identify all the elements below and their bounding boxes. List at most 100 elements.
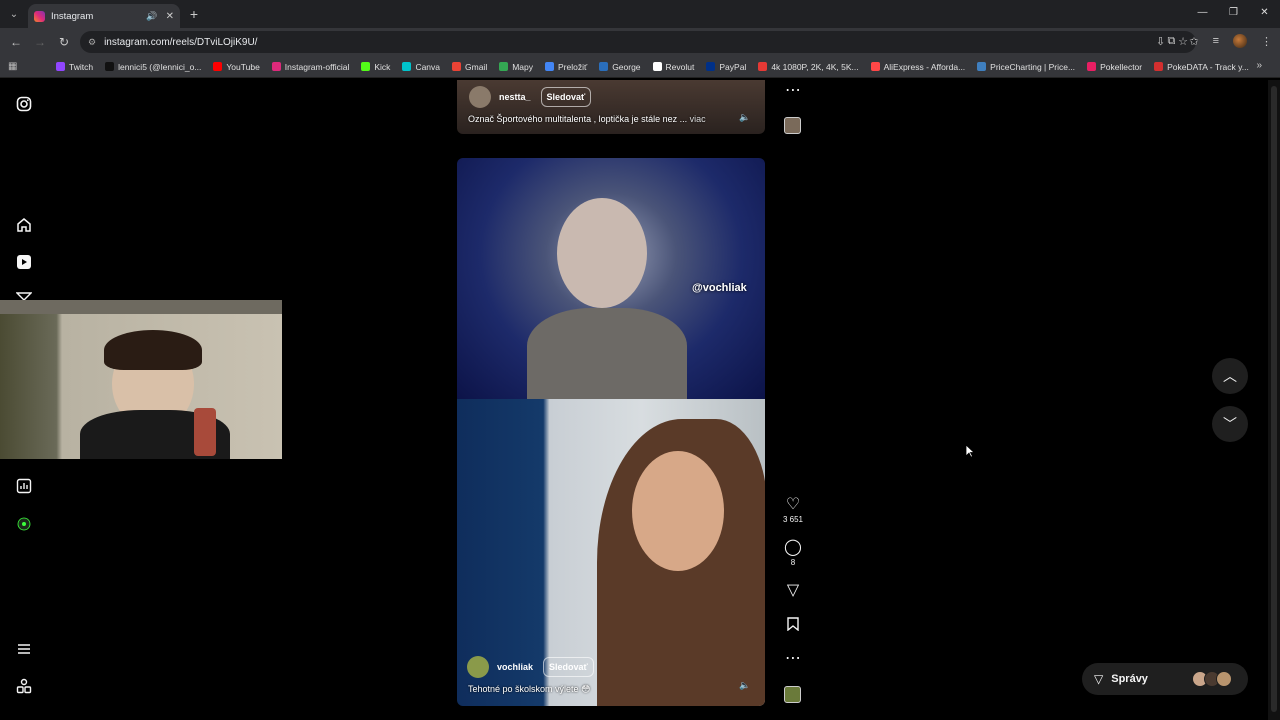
bookmark-item[interactable]: George xyxy=(599,61,641,72)
reels-icon[interactable] xyxy=(16,254,32,270)
window-controls: — ❐ ✕ xyxy=(1187,0,1280,28)
bookmark-label: George xyxy=(612,61,641,72)
bookmark-item[interactable]: PayPal xyxy=(706,62,746,72)
bookmark-item[interactable]: lennici5 (@lennici_o... xyxy=(105,62,201,72)
extensions-icon[interactable]: ⧉ xyxy=(1168,35,1176,48)
bookmark-item[interactable]: PriceCharting | Price... xyxy=(977,62,1075,72)
insights-icon[interactable] xyxy=(16,478,32,494)
video-handle-overlay: @vochliak xyxy=(692,282,747,294)
bookmark-favicon-icon xyxy=(402,62,412,71)
bookmark-icon[interactable] xyxy=(780,617,806,636)
scroll-thumb[interactable] xyxy=(1271,86,1277,712)
bookmark-item[interactable]: AliExpress - Afforda... xyxy=(870,61,966,72)
sound-icon[interactable]: 🔈 xyxy=(739,680,750,691)
bookmark-favicon-icon xyxy=(499,62,509,71)
current-reel[interactable]: @vochliak vochliak Sledovať Tehotné po š… xyxy=(457,158,765,706)
bookmark-label: Gmail xyxy=(465,61,488,72)
tab-search-button[interactable]: ⌄ xyxy=(0,0,28,28)
apps-grid-icon[interactable]: ▦ xyxy=(8,61,22,72)
instagram-favicon-icon xyxy=(34,10,45,22)
bookmark-favicon-icon xyxy=(1154,62,1164,71)
bookmark-label: Instagram-official xyxy=(284,61,350,72)
chevron-up-icon[interactable]: ︿ xyxy=(1212,358,1248,394)
install-app-icon[interactable]: ⇩ xyxy=(1156,35,1165,48)
user-avatar[interactable] xyxy=(467,656,489,678)
back-button[interactable]: ← xyxy=(4,35,28,49)
bookmark-item[interactable]: Preložiť xyxy=(545,62,587,72)
tab-audio-icon[interactable]: 🔊 xyxy=(146,11,157,22)
profile-icon[interactable] xyxy=(16,516,32,532)
comment-icon[interactable]: ◯ xyxy=(780,540,806,556)
bookmark-item[interactable]: Twitch xyxy=(56,62,93,72)
address-bar[interactable]: ⚙ instagram.com/reels/DTviLOjiK9U/ ⇩ ☆ xyxy=(80,31,1196,53)
bookmark-item[interactable]: PokeDATA - Track y... xyxy=(1154,62,1249,72)
bookmark-item[interactable]: Pokellector xyxy=(1087,62,1142,72)
browser-toolbar: ← → ↻ ⚙ instagram.com/reels/DTviLOjiK9U/… xyxy=(0,28,1280,56)
forward-button[interactable]: → xyxy=(28,35,52,49)
page-scrollbar[interactable] xyxy=(1268,80,1280,720)
bookmark-item[interactable]: Instagram-official xyxy=(271,61,350,72)
bookmark-item[interactable]: 4k 1080P, 2K, 4K, 5K... xyxy=(758,62,859,72)
restore-button[interactable]: ❐ xyxy=(1218,0,1249,28)
shelf-decor xyxy=(0,300,282,314)
messages-button[interactable]: ▽ Správy xyxy=(1082,663,1248,695)
bookmark-favicon-icon xyxy=(758,62,768,71)
home-icon[interactable] xyxy=(16,217,32,233)
bookmark-favicon-icon xyxy=(213,62,223,71)
bookmark-label: Twitch xyxy=(69,61,94,72)
bookmark-favicon-icon xyxy=(452,62,462,71)
sound-icon[interactable]: 🔈 xyxy=(739,112,750,123)
new-tab-button[interactable]: + xyxy=(180,6,208,22)
apps-icon[interactable] xyxy=(16,678,32,694)
profile-avatar[interactable] xyxy=(1233,34,1247,48)
bookmark-item[interactable]: Mapy xyxy=(499,62,533,72)
instagram-icon[interactable] xyxy=(16,96,32,112)
follow-button[interactable]: Sledovať xyxy=(543,657,594,677)
bookmark-item[interactable]: Canva xyxy=(402,62,440,72)
audio-thumbnail[interactable] xyxy=(784,117,801,134)
reel-username[interactable]: nestta_ xyxy=(499,92,531,102)
tab-title: Instagram xyxy=(51,10,94,22)
media-control-icon[interactable]: ≡ xyxy=(1213,35,1219,47)
comment-button[interactable]: ◯ 8 xyxy=(780,540,806,568)
favorites-icon[interactable]: ✩ xyxy=(1189,35,1198,48)
close-window-button[interactable]: ✕ xyxy=(1249,0,1280,28)
reload-button[interactable]: ↻ xyxy=(52,35,76,49)
bookmark-favicon-icon xyxy=(652,62,662,71)
mouse-cursor-icon xyxy=(965,444,975,458)
more-link[interactable]: viac xyxy=(690,114,706,124)
browser-tab[interactable]: Instagram 🔊 ✕ xyxy=(28,4,180,28)
like-button[interactable]: ♡ 3 651 xyxy=(780,497,806,525)
bookmark-favicon-icon xyxy=(271,62,281,71)
bookmark-item[interactable]: YouTube xyxy=(213,62,260,72)
bookmark-item[interactable]: Kick xyxy=(361,62,390,72)
user-avatar[interactable] xyxy=(469,86,491,108)
bookmark-label: Preložiť xyxy=(558,61,588,72)
browser-menu-icon[interactable]: ⋮ xyxy=(1261,35,1272,48)
heart-icon[interactable]: ♡ xyxy=(780,497,806,513)
reel-username[interactable]: vochliak xyxy=(497,662,533,672)
bookmark-favicon-icon xyxy=(105,62,115,71)
bookmark-label: Pokellector xyxy=(1100,61,1143,72)
site-info-icon[interactable]: ⚙ xyxy=(88,37,96,48)
more-icon[interactable]: ⋯ xyxy=(780,83,806,99)
chevron-down-icon[interactable]: ﹀ xyxy=(1212,406,1248,442)
video-top-panel: @vochliak xyxy=(457,158,765,403)
bookmark-label: AliExpress - Afforda... xyxy=(883,61,966,72)
bookmark-item[interactable]: Revolut xyxy=(652,62,694,72)
more-bookmarks-icon[interactable]: » xyxy=(1256,60,1262,71)
previous-reel[interactable]: nestta_ Sledovať Označ Športového multit… xyxy=(457,80,765,134)
bookmark-label: PokeDATA - Track y... xyxy=(1167,61,1249,72)
bookmarks-bar: ▦ Twitch lennici5 (@lennici_o... YouTube In… xyxy=(0,56,1280,78)
more-icon[interactable]: ⋯ xyxy=(780,651,806,667)
bookmark-favicon-icon xyxy=(870,62,880,71)
bookmark-favicon-icon xyxy=(56,62,65,71)
menu-icon[interactable] xyxy=(16,641,32,657)
minimize-button[interactable]: — xyxy=(1187,0,1218,28)
tab-close-icon[interactable]: ✕ xyxy=(166,11,174,22)
bookmark-item[interactable]: Gmail xyxy=(452,62,487,72)
audio-thumbnail[interactable] xyxy=(784,686,801,703)
browser-tabbar: ⌄ Instagram 🔊 ✕ + — ❐ ✕ xyxy=(0,0,1280,28)
follow-button[interactable]: Sledovať xyxy=(540,87,592,107)
share-icon[interactable]: ▽ xyxy=(780,583,806,599)
